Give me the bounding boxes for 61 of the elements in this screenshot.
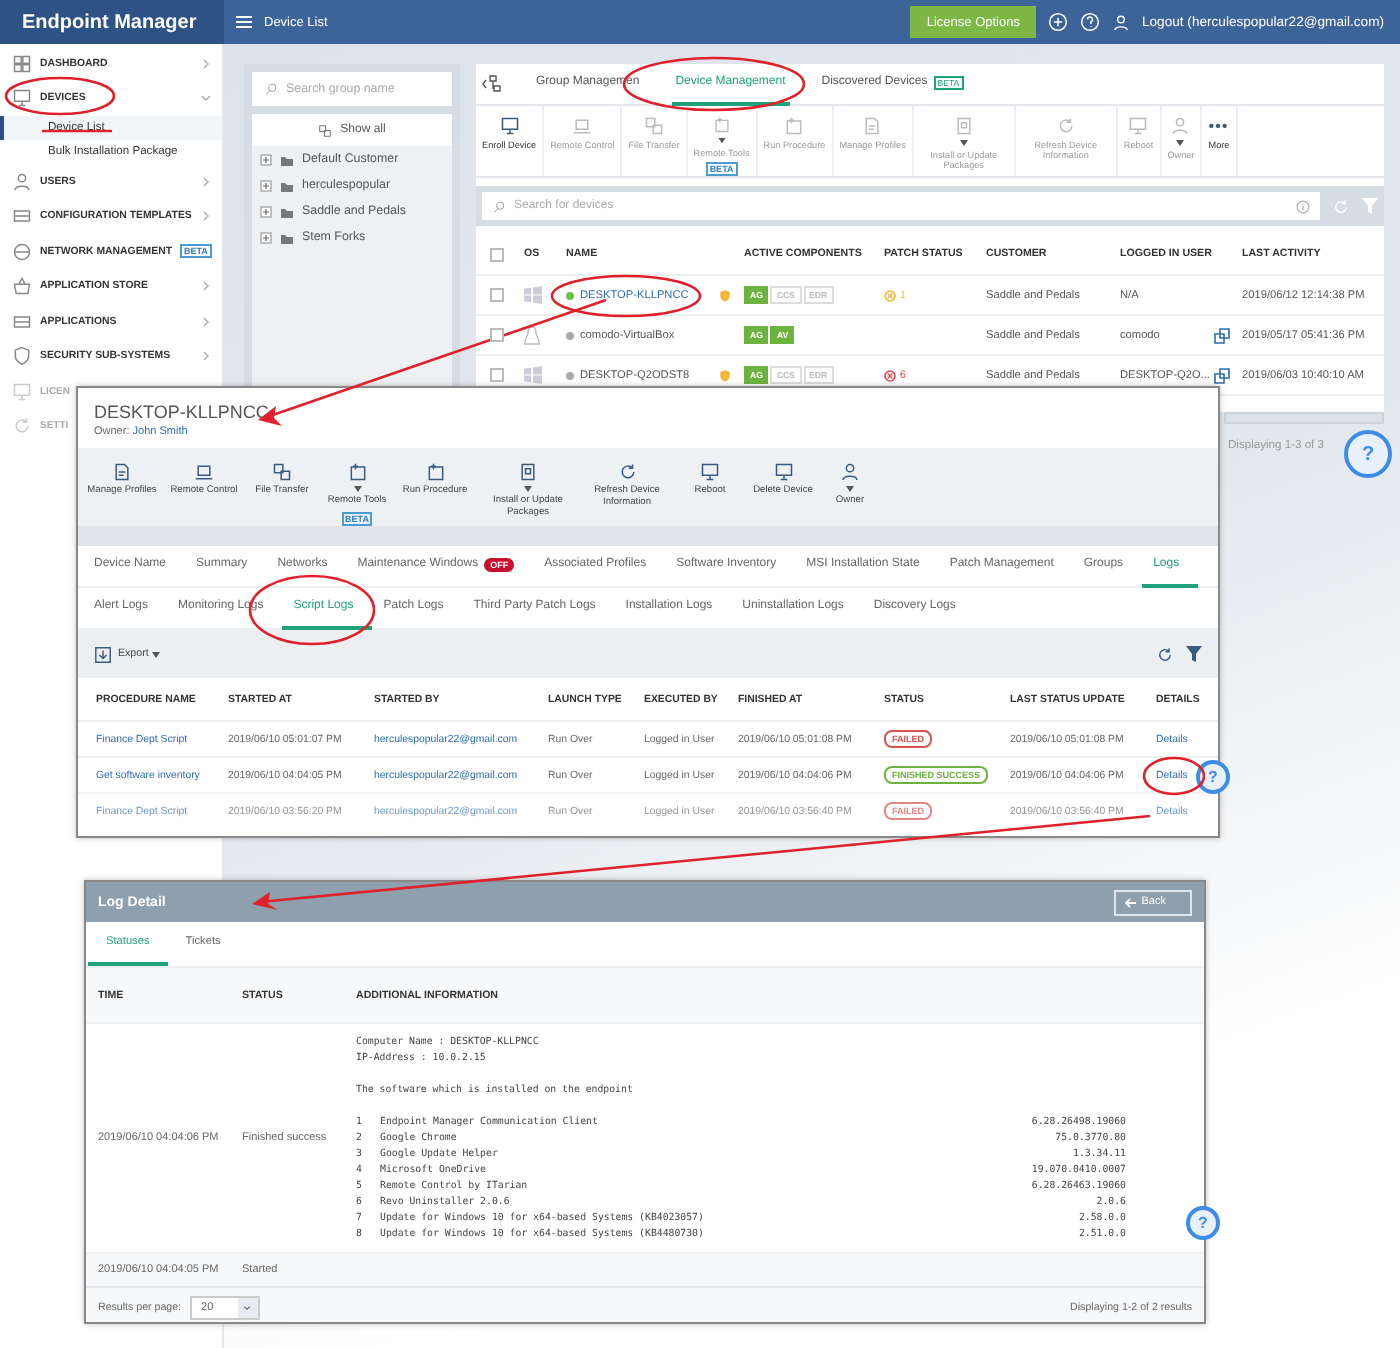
window-icon: [784, 116, 805, 136]
monitor-icon: [12, 88, 32, 109]
monitor-icon: [700, 462, 720, 482]
annotation-ellipse: [4, 76, 116, 116]
expand-icon[interactable]: [260, 205, 272, 217]
refresh-icon: [1055, 116, 1076, 136]
laptop-icon: [572, 116, 593, 136]
annotation-underline: [42, 129, 112, 133]
chevron-down-icon: [242, 1303, 253, 1311]
scroll-bar[interactable]: [1224, 412, 1384, 424]
monitor-icon: [1128, 116, 1149, 136]
search-icon: [264, 82, 278, 96]
layers-icon: [12, 206, 32, 227]
files-icon: [644, 116, 664, 136]
files-icon: [318, 123, 333, 137]
laptop-icon: [194, 462, 214, 482]
shield-icon: [12, 346, 32, 367]
expand-icon[interactable]: [260, 179, 272, 191]
checkbox[interactable]: [490, 247, 504, 261]
checkbox[interactable]: [490, 328, 504, 342]
refresh-icon: [617, 462, 637, 482]
remote-window-icon[interactable]: [1214, 327, 1230, 343]
package-icon: [953, 116, 974, 136]
refresh-icon[interactable]: [1156, 645, 1174, 663]
app-title: Endpoint Manager: [0, 0, 224, 44]
annotation-ellipse: [1142, 756, 1206, 796]
remote-window-icon[interactable]: [1214, 367, 1230, 383]
monitor-icon: [773, 462, 793, 482]
hierarchy-icon[interactable]: [482, 74, 504, 94]
person-icon: [1170, 116, 1191, 136]
basket-icon: [12, 276, 32, 297]
download-icon: [94, 645, 112, 663]
document-icon: [862, 116, 883, 136]
grid-icon: [12, 53, 32, 74]
layers-icon: [12, 311, 32, 332]
window-icon: [347, 462, 367, 482]
expand-icon[interactable]: [260, 153, 272, 165]
window-icon: [425, 462, 445, 482]
window-icon: [711, 116, 732, 134]
files-icon: [272, 462, 292, 482]
person-icon: [1112, 13, 1130, 31]
monitor-icon: [499, 116, 520, 136]
back-arrow-icon: [1123, 897, 1136, 907]
add-icon[interactable]: [1048, 12, 1068, 32]
caret-icon: [152, 651, 161, 657]
person-icon: [12, 171, 32, 192]
network-icon: [12, 241, 32, 262]
checkbox[interactable]: [490, 288, 504, 302]
menu-icon[interactable]: [236, 16, 252, 28]
device-title: DESKTOP-KLLPNCC: [94, 402, 269, 422]
person-icon: [840, 462, 860, 482]
document-icon: [112, 462, 132, 482]
refresh-icon: [12, 416, 32, 437]
filter-icon[interactable]: [1186, 646, 1202, 662]
package-icon: [518, 462, 538, 482]
help-icon[interactable]: [1080, 12, 1100, 32]
info-icon: [1296, 199, 1310, 213]
monitor-icon: [12, 381, 32, 402]
search-icon: [492, 199, 506, 213]
checkbox[interactable]: [490, 368, 504, 382]
expand-icon[interactable]: [260, 231, 272, 243]
